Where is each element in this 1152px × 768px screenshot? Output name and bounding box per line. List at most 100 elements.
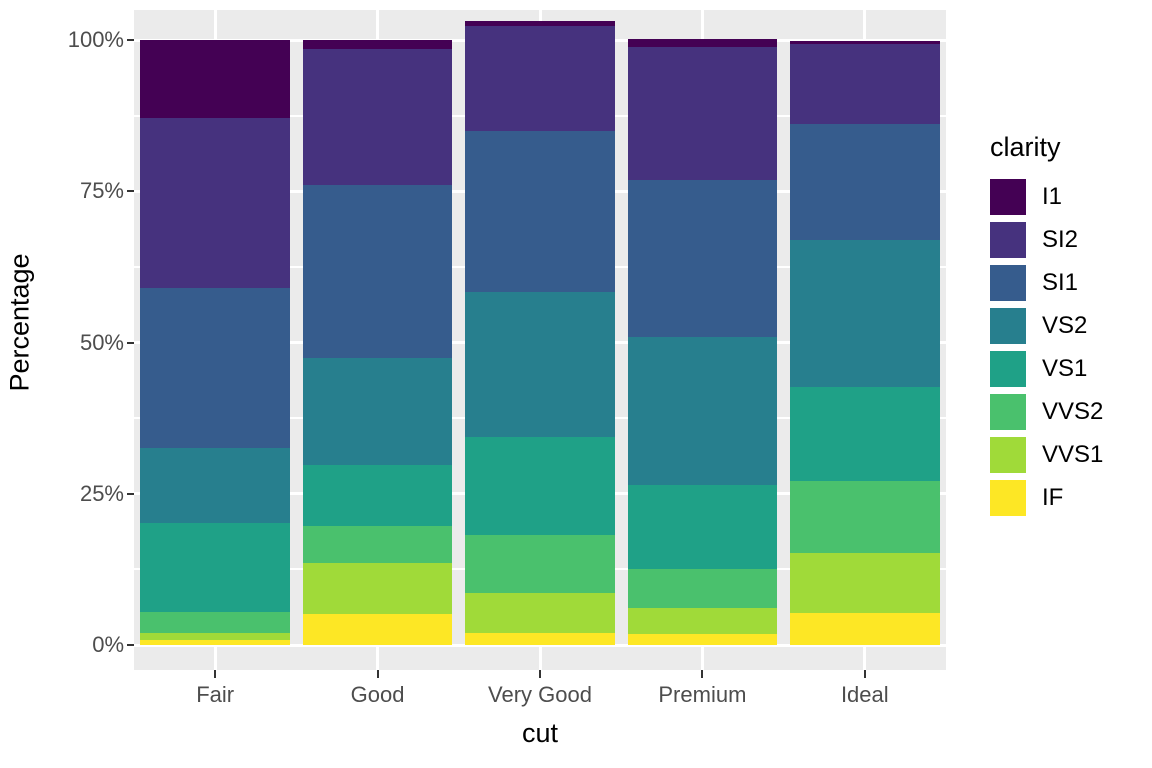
bar-segment[interactable]	[465, 632, 615, 645]
y-axis-title-text: Percentage	[4, 253, 35, 392]
bar-segment[interactable]	[140, 640, 290, 645]
x-tick-label-premium: Premium	[658, 682, 747, 707]
x-tick-mark	[539, 670, 541, 678]
bar-segment[interactable]	[140, 522, 290, 612]
chart-root: Percentage 0% 25% 50% 75% 100% Fair Good Very …	[0, 0, 1152, 768]
legend: clarity I1 SI2 SI1 VS2 VS1 VVS2 VVS1 IF	[966, 132, 1152, 519]
x-tick-label-very-good: Very Good	[488, 682, 592, 707]
bar-segment[interactable]	[302, 357, 453, 465]
legend-key-swatch	[990, 393, 1026, 430]
y-axis: 0% 25% 50% 75% 100%	[40, 0, 134, 768]
bar-segment[interactable]	[627, 46, 778, 180]
legend-key-swatch	[990, 264, 1026, 301]
legend-item-label: SI2	[1042, 225, 1079, 253]
legend-item-label: VVS1	[1042, 440, 1104, 468]
bar-segment[interactable]	[627, 607, 778, 634]
legend-item-label: I1	[1042, 182, 1063, 210]
y-tick-label: 50%	[79, 329, 124, 355]
legend-item-label: IF	[1042, 483, 1064, 511]
legend-key-swatch	[990, 479, 1026, 516]
bar-segment[interactable]	[140, 40, 290, 119]
x-tick-label-ideal: Ideal	[840, 682, 889, 707]
x-tick-mark	[214, 670, 217, 678]
bar-segment[interactable]	[627, 179, 778, 338]
bars-layer	[134, 10, 946, 670]
bar-good[interactable]	[302, 40, 453, 645]
bar-segment[interactable]	[465, 292, 615, 437]
bar-segment[interactable]	[140, 611, 290, 633]
bar-segment[interactable]	[790, 612, 940, 645]
bar-segment[interactable]	[302, 613, 453, 645]
bar-fair[interactable]	[140, 40, 290, 645]
x-tick-mark	[701, 670, 704, 678]
y-tick-label: 0%	[92, 632, 124, 657]
x-tick-label-fair: Fair	[196, 682, 235, 707]
legend-item-vs1[interactable]: VS1	[966, 347, 1152, 390]
x-tick-mark	[376, 670, 379, 678]
y-tick-mark	[127, 492, 134, 495]
bar-very-good[interactable]	[465, 21, 615, 645]
bar-segment[interactable]	[790, 123, 940, 241]
bar-segment[interactable]	[465, 436, 615, 535]
bar-segment[interactable]	[790, 40, 940, 44]
legend-key-swatch	[990, 221, 1026, 258]
legend-key-swatch	[990, 178, 1026, 215]
bar-segment[interactable]	[627, 337, 778, 486]
legend-items: I1 SI2 SI1 VS2 VS1 VVS2 VVS1 IF	[966, 175, 1152, 519]
x-axis-title: cut	[521, 718, 559, 748]
bar-segment[interactable]	[627, 39, 778, 47]
legend-item-i1[interactable]: I1	[966, 175, 1152, 218]
x-tick-mark	[863, 670, 866, 678]
legend-item-vs2[interactable]: VS2	[966, 304, 1152, 347]
y-tick-mark	[127, 39, 134, 41]
bar-segment[interactable]	[465, 131, 615, 293]
bar-segment[interactable]	[790, 240, 940, 388]
bar-segment[interactable]	[302, 49, 453, 186]
bar-segment[interactable]	[465, 21, 615, 27]
bar-segment[interactable]	[302, 526, 453, 563]
legend-item-si1[interactable]: SI1	[966, 261, 1152, 304]
bar-segment[interactable]	[790, 553, 940, 613]
y-tick-label: 75%	[79, 178, 124, 204]
bar-segment[interactable]	[465, 534, 615, 593]
legend-item-vvs1[interactable]: VVS1	[966, 433, 1152, 476]
y-tick-label: 100%	[67, 27, 124, 52]
legend-item-si2[interactable]: SI2	[966, 218, 1152, 261]
legend-item-if[interactable]: IF	[966, 476, 1152, 519]
legend-key-swatch	[990, 307, 1026, 344]
bar-segment[interactable]	[790, 481, 940, 554]
bar-segment[interactable]	[627, 485, 778, 570]
bar-segment[interactable]	[465, 26, 615, 132]
y-tick-label: 25%	[79, 480, 124, 506]
legend-title: clarity	[990, 132, 1061, 162]
legend-key-swatch	[990, 350, 1026, 387]
bar-segment[interactable]	[465, 592, 615, 633]
y-tick-mark	[127, 190, 134, 193]
bar-premium[interactable]	[627, 39, 778, 645]
bar-segment[interactable]	[302, 185, 453, 358]
legend-item-label: VS2	[1042, 311, 1088, 339]
legend-item-label: SI1	[1042, 268, 1079, 296]
x-tick-label-good: Good	[350, 682, 405, 707]
y-axis-title: Percentage	[0, 0, 40, 645]
y-tick-mark	[127, 644, 134, 646]
plot-panel	[134, 10, 946, 670]
bar-segment[interactable]	[790, 387, 940, 482]
bar-segment[interactable]	[790, 43, 940, 124]
bar-segment[interactable]	[627, 569, 778, 608]
bar-segment[interactable]	[140, 632, 290, 641]
x-axis: Fair Good Very Good Premium Ideal	[134, 670, 946, 720]
legend-item-vvs2[interactable]: VVS2	[966, 390, 1152, 433]
bar-segment[interactable]	[140, 447, 290, 523]
legend-item-label: VVS2	[1042, 397, 1104, 425]
bar-segment[interactable]	[627, 633, 778, 645]
bar-segment[interactable]	[302, 40, 453, 50]
bar-segment[interactable]	[302, 562, 453, 614]
bar-segment[interactable]	[302, 464, 453, 527]
y-tick-mark	[127, 341, 134, 344]
legend-item-label: VS1	[1042, 354, 1088, 382]
bar-segment[interactable]	[140, 118, 290, 289]
bar-ideal[interactable]	[790, 40, 940, 645]
legend-key-swatch	[990, 436, 1026, 473]
bar-segment[interactable]	[140, 288, 290, 448]
